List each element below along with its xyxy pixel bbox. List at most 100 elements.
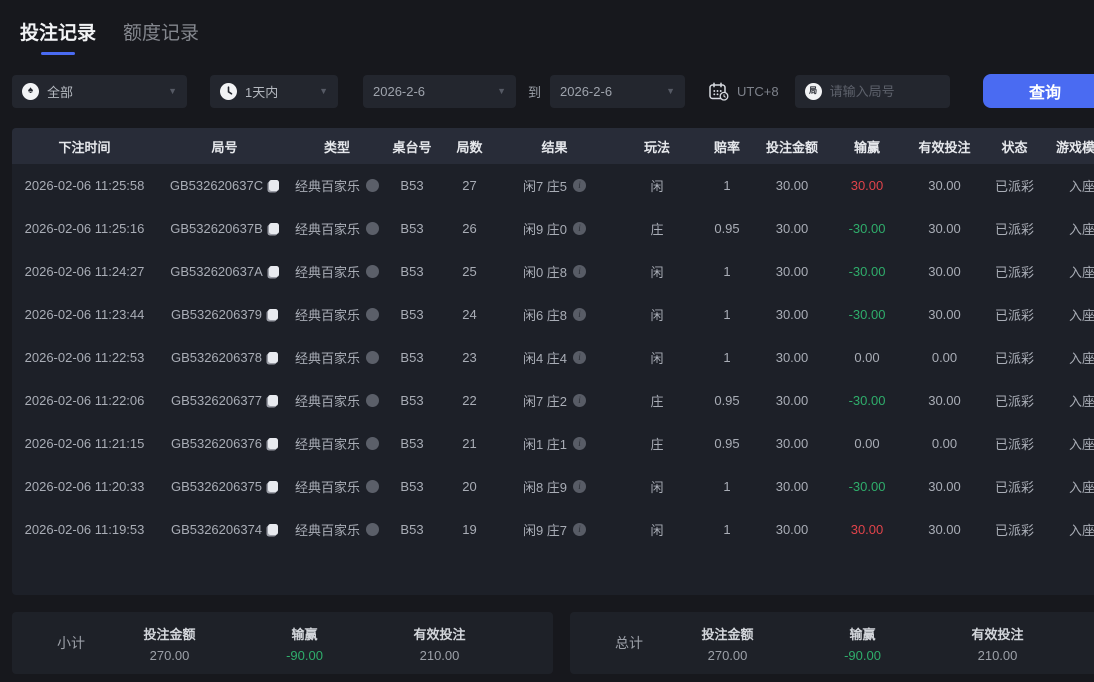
cell-game-mode-text: 入座: [1068, 265, 1094, 280]
cell-play-type-text: 闲: [650, 523, 664, 538]
stat-label: 输赢: [849, 626, 876, 642]
cell-round-count-text: 27: [462, 178, 477, 193]
copy-icon[interactable]: [268, 524, 279, 535]
result-info-icon[interactable]: i: [573, 308, 587, 321]
cell-result: 闲0 庄8 i: [497, 250, 612, 293]
cell-game-mode-text: 入座: [1068, 308, 1094, 323]
date-range-to-label: 到: [528, 84, 542, 100]
cell-win-loss: -30.00: [832, 465, 902, 508]
cell-game-type-text: 经典百家乐: [294, 437, 360, 452]
time-range-select[interactable]: 1天内 ▼: [210, 74, 338, 108]
cell-result: 闲7 庄5 i: [497, 164, 612, 207]
cell-bet-amount: 30.00: [752, 465, 832, 508]
column-header-7: 玩法: [643, 139, 670, 155]
cell-bet-time-text: 2026-02-06 11:23:44: [24, 307, 145, 322]
copy-icon[interactable]: [268, 223, 279, 234]
copy-icon[interactable]: [269, 180, 280, 191]
stat-label: 投注金额: [143, 626, 196, 642]
cell-game-mode: 入座: [1042, 465, 1094, 508]
cell-round-id-text: GB5326206376: [170, 436, 263, 451]
cell-round-count-text: 21: [462, 436, 477, 451]
cell-status-text: 已派彩: [994, 523, 1034, 538]
cell-status: 已派彩: [987, 508, 1042, 551]
cell-round-count-text: 20: [462, 479, 477, 494]
game-type-badge-icon: [366, 351, 379, 364]
cell-game-mode-text: 入座: [1068, 523, 1094, 538]
cell-round-count-text: 25: [462, 264, 477, 279]
cell-table-no-text: B53: [400, 436, 424, 451]
cell-round-id-text: GB532620637A: [170, 264, 263, 279]
subtotal-panel: 小计 投注金额 270.00 输赢 -90.00 有效投注 210.00: [12, 612, 553, 674]
result-info-icon[interactable]: i: [573, 222, 587, 235]
copy-icon[interactable]: [268, 352, 279, 363]
copy-icon[interactable]: [268, 266, 279, 277]
cell-bet-time-text: 2026-02-06 11:22:06: [24, 393, 145, 408]
cell-play-type: 闲: [612, 164, 702, 207]
start-date-select[interactable]: 2026-2-6 ▼: [363, 74, 516, 108]
cell-play-type: 闲: [612, 293, 702, 336]
copy-icon[interactable]: [268, 395, 279, 406]
cell-round-id: GB5326206378: [157, 336, 292, 379]
result-info-icon[interactable]: i: [573, 265, 587, 278]
copy-icon[interactable]: [268, 438, 279, 449]
stat-value: 210.00: [419, 647, 460, 663]
cell-status-text: 已派彩: [994, 222, 1034, 237]
cell-game-type: 经典百家乐: [292, 465, 382, 508]
cell-result: 闲4 庄4 i: [497, 336, 612, 379]
copy-icon[interactable]: [268, 481, 279, 492]
cell-bet-time-text: 2026-02-06 11:25:58: [24, 178, 145, 193]
search-button[interactable]: 查询: [983, 74, 1094, 108]
cell-round-id: GB5326206375: [157, 465, 292, 508]
table-row: 2026-02-06 11:21:15 GB5326206376 经典百家乐 B53 2…: [12, 422, 1094, 465]
cell-round-count: 25: [442, 250, 497, 293]
cell-play-type-text: 庄: [650, 222, 664, 237]
cell-odds: 1: [702, 465, 752, 508]
cell-status: 已派彩: [987, 336, 1042, 379]
cell-round-count: 22: [442, 379, 497, 422]
cell-play-type: 庄: [612, 379, 702, 422]
chevron-down-icon: ▼: [666, 86, 676, 96]
round-number-input[interactable]: [829, 83, 940, 99]
cell-bet-time: 2026-02-06 11:22:53: [12, 336, 157, 379]
result-info-icon[interactable]: i: [573, 437, 587, 450]
cell-bet-time-text: 2026-02-06 11:25:16: [24, 221, 145, 236]
cell-result-text: 闲9 庄0: [522, 222, 568, 237]
cell-bet-amount-text: 30.00: [775, 522, 809, 537]
cell-round-count-text: 26: [462, 221, 477, 236]
cell-odds-text: 1: [723, 307, 731, 322]
cell-result-text: 闲9 庄7: [522, 523, 568, 538]
tab-quota-records[interactable]: 额度记录: [123, 18, 199, 45]
cell-valid-bet-text: 0.00: [931, 350, 958, 365]
cell-bet-time: 2026-02-06 11:20:33: [12, 465, 157, 508]
cell-odds: 0.95: [702, 379, 752, 422]
result-info-icon[interactable]: i: [573, 480, 587, 493]
result-info-icon[interactable]: i: [573, 179, 587, 192]
copy-icon[interactable]: [268, 309, 279, 320]
cell-bet-amount: 30.00: [752, 293, 832, 336]
cell-round-id-text: GB532620637C: [169, 178, 264, 193]
cell-round-id-text: GB5326206378: [170, 350, 263, 365]
stat-value: 270.00: [707, 647, 748, 663]
stat-label: 输赢: [291, 626, 318, 642]
cell-game-type-text: 经典百家乐: [294, 179, 360, 194]
cell-bet-amount-text: 30.00: [775, 178, 809, 193]
column-header-9: 投注金额: [765, 139, 818, 155]
cell-valid-bet-text: 30.00: [928, 307, 961, 322]
tab-bet-records[interactable]: 投注记录: [20, 18, 96, 55]
total-stat-3: 有效投注 210.00: [930, 624, 1065, 663]
result-info-icon[interactable]: i: [573, 523, 587, 536]
result-info-icon[interactable]: i: [573, 351, 587, 364]
cell-bet-amount-text: 30.00: [775, 479, 809, 494]
cell-result: 闲7 庄2 i: [497, 379, 612, 422]
cell-result-text: 闲4 庄4: [522, 351, 568, 366]
result-info-icon[interactable]: i: [573, 394, 587, 407]
end-date-select[interactable]: 2026-2-6 ▼: [550, 74, 686, 108]
column-header-3: 类型: [323, 139, 350, 155]
category-select[interactable]: ♠ 全部 ▼: [12, 74, 187, 108]
cell-game-mode-text: 入座: [1068, 480, 1094, 495]
cell-play-type: 庄: [612, 207, 702, 250]
cell-odds-text: 0.95: [714, 393, 740, 408]
round-number-icon: 局: [804, 82, 822, 100]
cell-result-text: 闲1 庄1: [522, 437, 568, 452]
round-number-search[interactable]: 局: [794, 74, 950, 108]
